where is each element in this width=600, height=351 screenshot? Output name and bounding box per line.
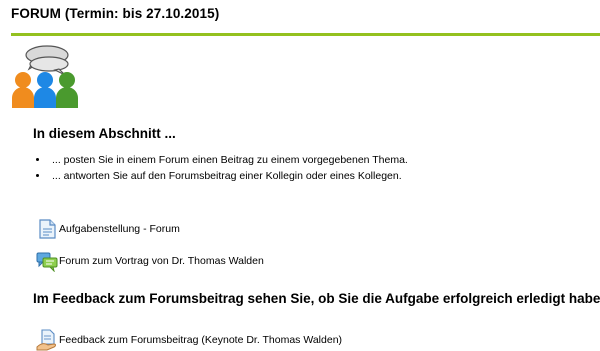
forum-people-icon [12, 45, 78, 108]
activity-aufgabenstellung-link[interactable]: Aufgabenstellung - Forum [36, 218, 180, 240]
activity-label: Feedback zum Forumsbeitrag (Keynote Dr. … [59, 334, 343, 346]
activity-feedback-link[interactable]: Feedback zum Forumsbeitrag (Keynote Dr. … [36, 329, 342, 351]
intro-list: ... posten Sie in einem Forum einen Beit… [33, 152, 408, 184]
activity-forum-link[interactable]: Forum zum Vortrag von Dr. Thomas Walden [36, 250, 264, 272]
activity-label: Aufgabenstellung - Forum [59, 223, 180, 235]
section-divider [11, 33, 600, 36]
feedback-icon [36, 329, 56, 351]
forum-icon [36, 252, 58, 272]
page-icon [39, 219, 56, 239]
intro-heading: In diesem Abschnitt ... [33, 126, 176, 141]
activity-label: Forum zum Vortrag von Dr. Thomas Walden [59, 255, 264, 267]
feedback-heading: Im Feedback zum Forumsbeitrag sehen Sie,… [33, 291, 600, 306]
section-title: FORUM (Termin: bis 27.10.2015) [11, 6, 220, 21]
list-item: ... antworten Sie auf den Forumsbeitrag … [49, 168, 408, 184]
list-item: ... posten Sie in einem Forum einen Beit… [49, 152, 408, 168]
